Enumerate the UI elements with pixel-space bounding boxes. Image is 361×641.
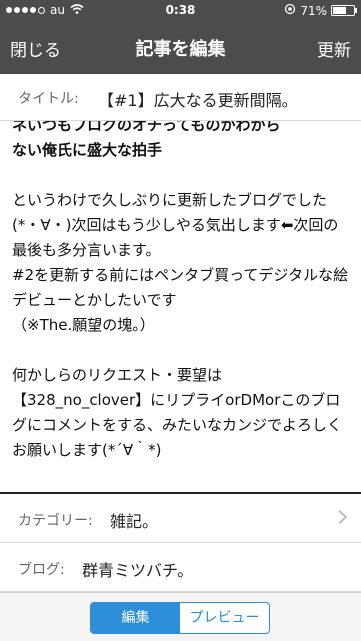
- category-row[interactable]: カテゴリー: 雑記。: [0, 494, 361, 543]
- tab-edit[interactable]: 編集: [91, 603, 180, 633]
- battery-percent: 71%: [300, 3, 327, 18]
- body-partial-line: ネいつもフロクのオチってものかわから: [12, 121, 281, 134]
- blog-value: 群青ミツバチ。: [82, 561, 194, 580]
- tab-preview[interactable]: プレビュー: [180, 603, 269, 633]
- blog-row[interactable]: ブログ: 群青ミツバチ。: [0, 543, 361, 592]
- update-button[interactable]: 更新: [317, 36, 351, 61]
- status-bar: au 0:38 71%: [0, 0, 361, 20]
- page-title: 記事を編集: [135, 39, 226, 60]
- edit-preview-toggle: 編集 プレビュー: [90, 602, 270, 634]
- body-paragraph-2: 何かしらのリクエスト・要望は【328_no_clover】にリプライorDMor…: [12, 366, 343, 459]
- status-right: 71%: [284, 3, 357, 18]
- meta-section: カテゴリー: 雑記。 ブログ: 群青ミツバチ。: [0, 492, 361, 594]
- body-paragraph-1: というわけで久しぶりに更新したブログでした(*・∀・)次回はもう少しやる気出しま…: [12, 191, 349, 334]
- body-editor[interactable]: ネいつもフロクのオチってものかわから ない俺氏に盛大な拍手 というわけで久しぶり…: [0, 121, 361, 492]
- title-input[interactable]: 【#1】広大なる更新間隔。: [98, 87, 298, 111]
- category-value: 雑記。: [110, 512, 159, 531]
- blog-label: ブログ:: [18, 562, 65, 578]
- chevron-right-icon: [332, 509, 348, 525]
- body-heading-line: ない俺氏に盛大な拍手: [12, 141, 163, 159]
- battery-icon: [331, 5, 357, 16]
- nav-bar: 閉じる 記事を編集 更新: [0, 20, 361, 74]
- category-label: カテゴリー:: [18, 513, 93, 529]
- body-text[interactable]: ネいつもフロクのオチってものかわから ない俺氏に盛大な拍手 というわけで久しぶり…: [12, 121, 349, 463]
- title-label: タイトル:: [18, 91, 79, 107]
- rotation-lock-icon: [284, 3, 296, 18]
- bottom-toolbar: 編集 プレビュー: [0, 592, 361, 641]
- title-field[interactable]: タイトル: 【#1】広大なる更新間隔。: [0, 74, 361, 121]
